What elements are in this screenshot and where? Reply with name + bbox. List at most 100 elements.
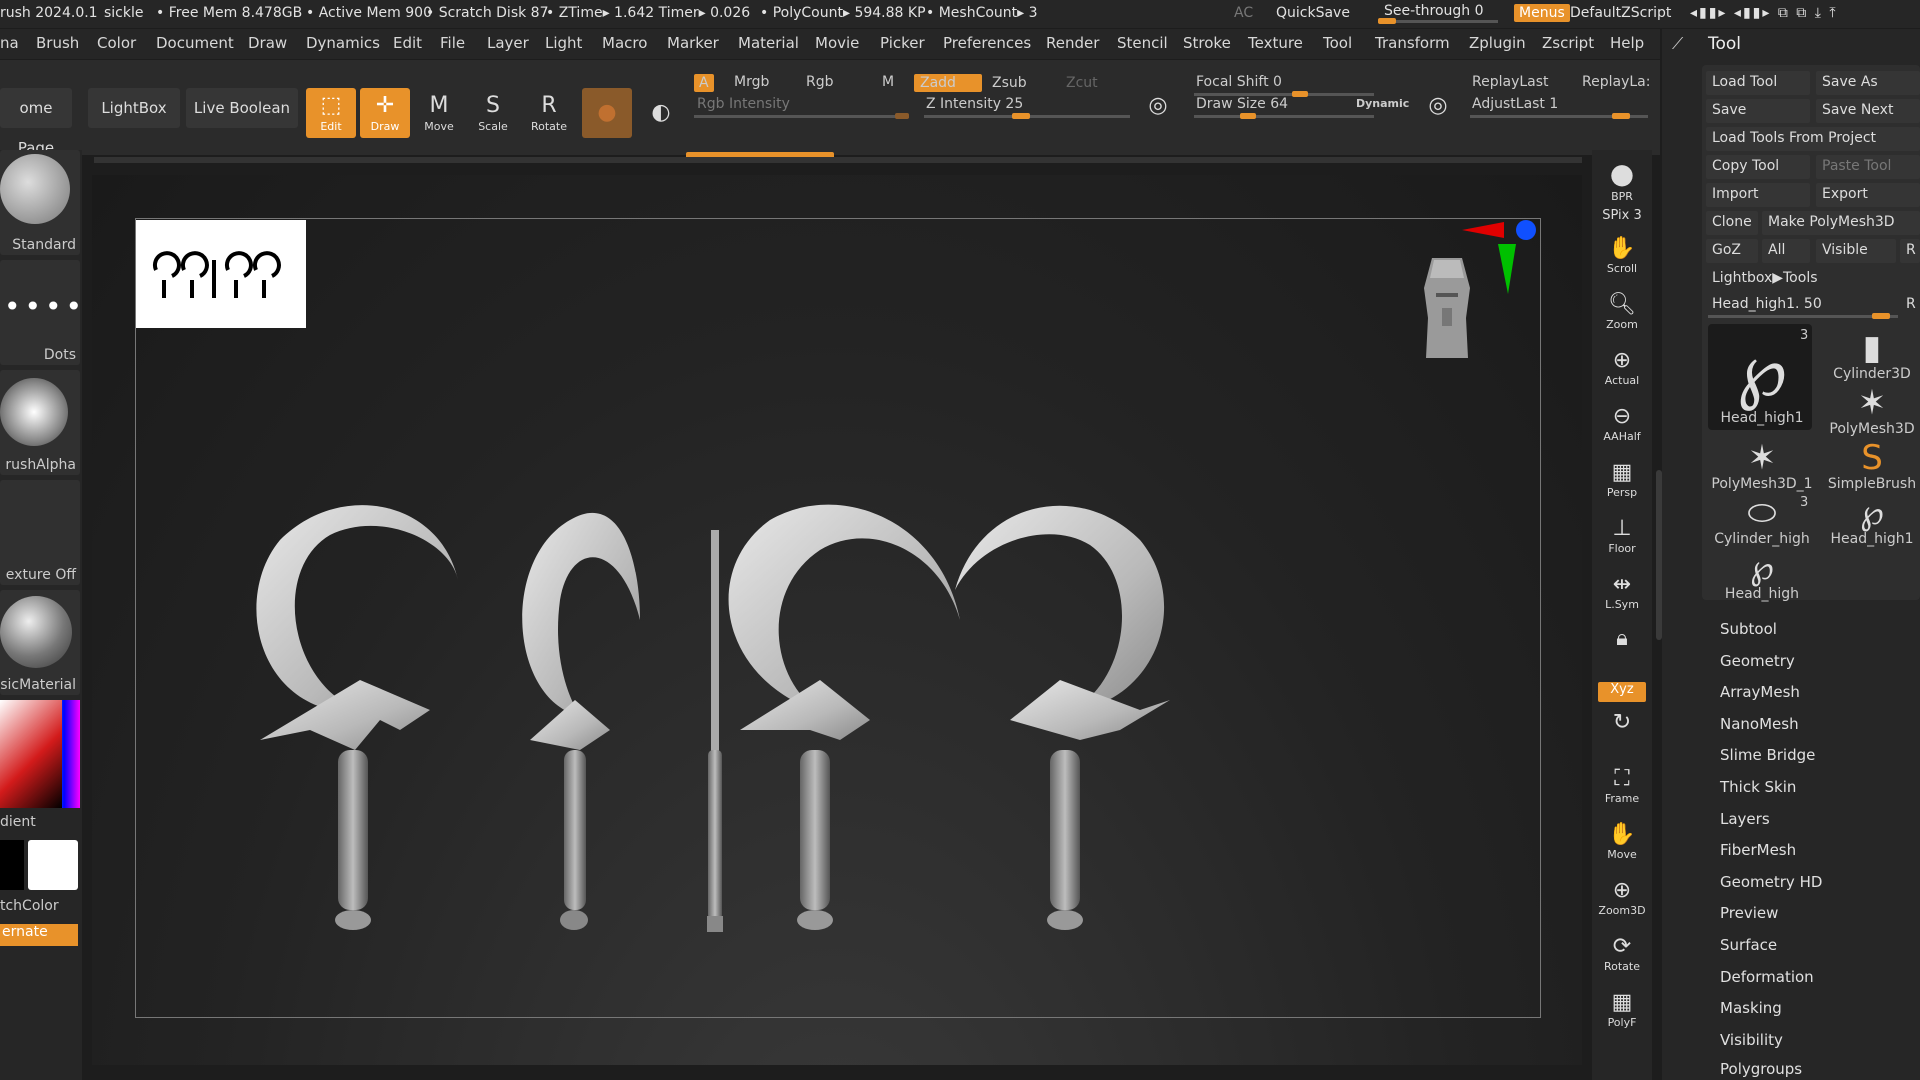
material-button[interactable]: sicMaterial (0, 590, 80, 695)
live-boolean-button[interactable]: Live Boolean (186, 88, 298, 128)
material-swatch-button[interactable]: ● (582, 88, 632, 138)
r-slider-reset[interactable]: R (1900, 293, 1920, 317)
switch-color-button[interactable]: tchColor (0, 898, 78, 914)
menu-macro[interactable]: Macro (602, 34, 647, 52)
menu-render[interactable]: Render (1046, 34, 1099, 52)
actual-button[interactable]: ⊕ Actual (1598, 348, 1646, 398)
pin-icon[interactable]: ⟋ (1672, 34, 1683, 54)
spix-slider[interactable]: SPix 3 (1598, 208, 1646, 230)
zsub-toggle[interactable]: Zsub (992, 75, 1027, 91)
menu-stencil[interactable]: Stencil (1117, 34, 1168, 52)
menu-item[interactable]: na (0, 34, 19, 52)
head-high1-slider[interactable]: Head_high1. 50 (1706, 293, 1900, 317)
menu-zscript[interactable]: Zscript (1542, 34, 1594, 52)
xyz-button[interactable]: Xyz (1598, 682, 1646, 702)
rgb-intensity-slider[interactable]: Rgb Intensity (697, 96, 790, 112)
subpalette-geometry[interactable]: Geometry (1720, 652, 1795, 670)
sickle-side-view[interactable] (707, 530, 723, 932)
all-button[interactable]: All (1762, 239, 1810, 263)
brush-alpha-button[interactable]: rushAlpha (0, 370, 80, 475)
save-as-button[interactable]: Save As (1816, 71, 1920, 95)
symmetry-d-button[interactable]: ◎ (1418, 88, 1458, 128)
bpr-button[interactable]: ● BPR (1598, 158, 1646, 208)
dynamic-toggle[interactable]: Dynamic (1356, 97, 1409, 110)
rgb-intensity-knob[interactable] (895, 113, 909, 119)
menu-preferences[interactable]: Preferences (943, 34, 1031, 52)
zcut-toggle[interactable]: Zcut (1066, 75, 1098, 91)
adjustlast-knob[interactable] (1612, 113, 1630, 119)
stroke-dots-button[interactable]: •••• Dots (0, 260, 80, 365)
subpalette-deformation[interactable]: Deformation (1720, 968, 1814, 986)
goz-button[interactable]: GoZ (1706, 239, 1758, 263)
menu-file[interactable]: File (440, 34, 465, 52)
menu-draw[interactable]: Draw (248, 34, 287, 52)
replaylast-button[interactable]: ReplayLast (1472, 74, 1549, 90)
floor-button[interactable]: ⊥ Floor (1598, 516, 1646, 566)
r-button[interactable]: R (1900, 239, 1920, 263)
persp-button[interactable]: ▦ Persp (1598, 460, 1646, 510)
menu-zplugin[interactable]: Zplugin (1469, 34, 1526, 52)
matcap-swatch-button[interactable]: ◐ (636, 88, 686, 138)
see-through-knob[interactable] (1378, 18, 1396, 24)
subpalette-thick-skin[interactable]: Thick Skin (1720, 778, 1796, 796)
adjustlast-slider[interactable]: AdjustLast 1 (1472, 96, 1558, 112)
lsym-button[interactable]: ⇹ L.Sym (1598, 572, 1646, 622)
menu-movie[interactable]: Movie (815, 34, 859, 52)
rotate-axis-button[interactable]: ↻ (1598, 710, 1646, 754)
head-slider-knob[interactable] (1872, 313, 1890, 319)
menus-button[interactable]: Menus (1514, 4, 1570, 22)
tool-palette-scrollbar[interactable] (1656, 470, 1662, 640)
draw-size-knob[interactable] (1240, 113, 1256, 119)
menu-color[interactable]: Color (97, 34, 136, 52)
replaylast-all-button[interactable]: ReplayLa: (1582, 74, 1650, 90)
sickle-mirror-view[interactable] (955, 505, 1170, 930)
mrgb-toggle[interactable]: Mrgb (734, 74, 769, 90)
sickle-models[interactable] (180, 480, 1280, 960)
save-button[interactable]: Save (1706, 99, 1810, 123)
subpalette-surface[interactable]: Surface (1720, 936, 1777, 954)
paste-tool-button[interactable]: Paste Tool (1816, 155, 1920, 179)
z-intensity-knob[interactable] (1012, 113, 1030, 119)
frame-button[interactable]: ⛶ Frame (1598, 766, 1646, 816)
zadd-toggle[interactable]: Zadd (914, 74, 982, 92)
rgb-toggle[interactable]: Rgb (806, 74, 834, 90)
aahalf-button[interactable]: ⊖ AAHalf (1598, 404, 1646, 454)
tool-thumb-polymesh3d-1[interactable]: ✶ PolyMesh3D_1 (1708, 440, 1816, 494)
tool-thumb-head-high1[interactable]: ℘ Head_high1 (1708, 330, 1816, 426)
menu-help[interactable]: Help (1610, 34, 1644, 52)
texture-button[interactable]: exture Off (0, 480, 80, 585)
tool-thumb-head-high1-b[interactable]: ℘ Head_high1 (1818, 495, 1920, 549)
move-view-button[interactable]: ✋ Move (1598, 822, 1646, 872)
load-tools-from-project-button[interactable]: Load Tools From Project (1706, 127, 1920, 151)
z-intensity-slider[interactable]: Z Intensity 25 (926, 96, 1023, 112)
menu-light[interactable]: Light (545, 34, 582, 52)
color-square[interactable] (0, 700, 62, 808)
rotate-view-button[interactable]: ⟳ Rotate (1598, 934, 1646, 984)
save-next-button[interactable]: Save Next (1816, 99, 1920, 123)
menu-picker[interactable]: Picker (880, 34, 925, 52)
subpalette-layers[interactable]: Layers (1720, 810, 1770, 828)
alternate-button[interactable]: ernate (0, 924, 78, 946)
scroll-button[interactable]: ✋ Scroll (1598, 236, 1646, 286)
sickle-front-view[interactable] (256, 505, 458, 930)
lock-button[interactable]: 🔒︎ (1598, 626, 1646, 676)
axis-gizmo-icon[interactable] (1460, 216, 1540, 296)
symmetry-s-button[interactable]: ◎ (1138, 88, 1178, 128)
subpalette-arraymesh[interactable]: ArrayMesh (1720, 683, 1800, 701)
sickle-angled-view[interactable] (522, 512, 640, 930)
lightbox-button[interactable]: LightBox (88, 88, 180, 128)
menu-dynamics[interactable]: Dynamics (306, 34, 380, 52)
color-picker[interactable] (0, 700, 80, 808)
focal-shift-slider[interactable]: Focal Shift 0 (1196, 74, 1282, 90)
subpalette-slime-bridge[interactable]: Slime Bridge (1720, 746, 1815, 764)
subpalette-polygroups[interactable]: Polygroups (1720, 1060, 1802, 1078)
menu-tool[interactable]: Tool (1323, 34, 1352, 52)
menu-brush[interactable]: Brush (36, 34, 79, 52)
zoom-button[interactable]: 🔍︎ Zoom (1598, 292, 1646, 342)
gradient-label[interactable]: dient (0, 814, 78, 830)
sickle-back-view[interactable] (728, 504, 960, 930)
menu-stroke[interactable]: Stroke (1183, 34, 1231, 52)
clone-button[interactable]: Clone (1706, 211, 1758, 235)
home-page-button[interactable]: ome Page (0, 88, 72, 157)
see-through-slider[interactable]: See-through 0 (1384, 3, 1484, 19)
